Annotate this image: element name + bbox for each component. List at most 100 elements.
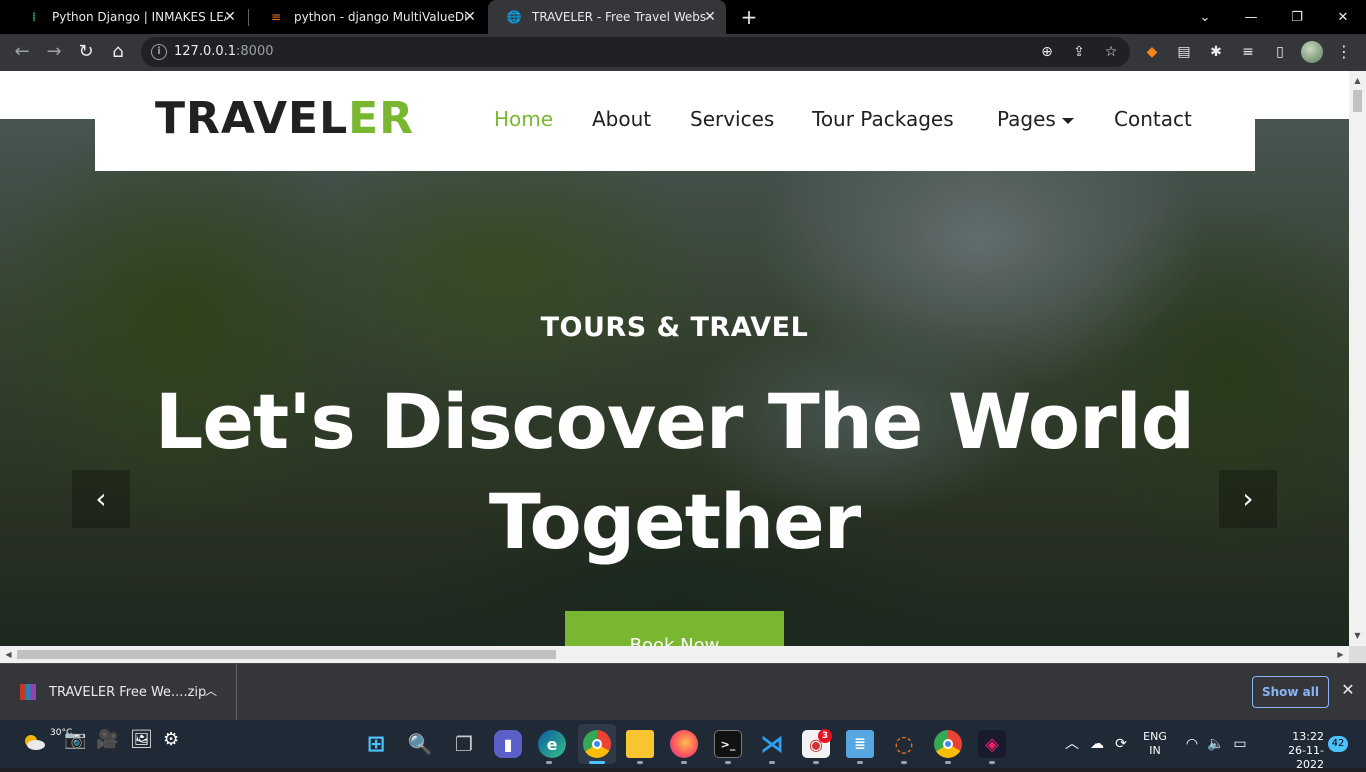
nav-contact[interactable]: Contact xyxy=(1114,107,1192,131)
vscode-icon[interactable]: ⋊ xyxy=(758,730,786,758)
terminal-icon[interactable]: >_ xyxy=(714,730,742,758)
scroll-down-icon[interactable]: ▼ xyxy=(1349,628,1366,644)
bookmark-star-icon[interactable]: ☆ xyxy=(1102,43,1120,61)
tab-stackoverflow[interactable]: ≡ python - django MultiValueDictK ✕ xyxy=(250,0,486,34)
hero-title: Let's Discover The World Together xyxy=(154,377,1195,566)
sync-icon[interactable]: ⟳ xyxy=(1112,734,1130,754)
close-icon[interactable]: ✕ xyxy=(462,9,478,25)
running-indicator xyxy=(901,761,907,764)
chevron-up-icon[interactable]: ︿ xyxy=(205,682,217,699)
close-window-button[interactable]: ✕ xyxy=(1320,0,1366,34)
running-indicator-active xyxy=(589,761,605,764)
extensions-puzzle-icon[interactable]: ✱ xyxy=(1206,42,1226,62)
side-panel-icon[interactable]: ▯ xyxy=(1270,42,1290,62)
search-icon[interactable]: 🔍 xyxy=(406,730,434,758)
chrome-icon[interactable] xyxy=(583,730,611,758)
wifi-icon[interactable]: ◠ xyxy=(1182,734,1202,754)
settings-gear-icon[interactable]: ⚙ xyxy=(163,730,179,750)
running-indicator xyxy=(681,761,687,764)
new-tab-button[interactable]: + xyxy=(738,6,760,28)
close-icon[interactable]: ✕ xyxy=(222,9,238,25)
file-explorer-icon[interactable] xyxy=(626,730,654,758)
tab-django[interactable]: ⁞ Python Django | INMAKES LEARN ✕ xyxy=(8,0,246,34)
download-item[interactable]: TRAVELER Free We....zip ︿ xyxy=(0,664,237,721)
task-view-icon[interactable]: ❐ xyxy=(450,730,478,758)
site-logo[interactable]: TRAVELER xyxy=(155,93,414,144)
tab-title: python - django MultiValueDictK xyxy=(294,10,468,24)
gallery-icon[interactable]: 🖼 xyxy=(130,730,153,750)
carousel-prev-button[interactable]: ‹ xyxy=(72,470,130,528)
share-icon[interactable]: ⇪ xyxy=(1070,43,1088,61)
minimize-button[interactable]: — xyxy=(1228,0,1274,34)
onedrive-icon[interactable]: ☁ xyxy=(1088,734,1106,754)
nav-about[interactable]: About xyxy=(592,107,651,131)
jupyter-icon[interactable]: ◌ xyxy=(890,730,918,758)
close-icon[interactable]: ✕ xyxy=(702,9,718,25)
page-viewport: TOURS & TRAVEL Let's Discover The World … xyxy=(0,71,1349,646)
stackoverflow-favicon-icon: ≡ xyxy=(270,10,282,24)
home-icon[interactable]: ⌂ xyxy=(106,40,130,64)
start-icon[interactable]: ⊞ xyxy=(362,730,390,758)
running-indicator xyxy=(857,761,863,764)
tab-traveler[interactable]: 🌐 TRAVELER - Free Travel Website T ✕ xyxy=(488,0,726,34)
nav-pages-dropdown[interactable]: Pages xyxy=(997,107,1074,131)
scroll-thumb[interactable] xyxy=(17,650,556,659)
clock-time: 13:22 xyxy=(1292,730,1324,743)
tab-title: TRAVELER - Free Travel Website T xyxy=(532,10,706,24)
edge-icon[interactable]: e xyxy=(538,730,566,758)
book-now-button[interactable]: Book Now xyxy=(565,611,784,646)
tab-search-icon[interactable]: ⌄ xyxy=(1182,0,1228,34)
scroll-up-icon[interactable]: ▲ xyxy=(1349,73,1366,89)
clock[interactable]: 13:22 26-11-2022 xyxy=(1262,730,1324,772)
app-red-icon[interactable]: ◈ xyxy=(978,730,1006,758)
running-indicator xyxy=(637,761,643,764)
tab-divider xyxy=(248,9,249,26)
show-all-button[interactable]: Show all xyxy=(1252,676,1329,708)
hero-carousel: TOURS & TRAVEL Let's Discover The World … xyxy=(0,119,1349,646)
nav-home[interactable]: Home xyxy=(494,107,553,131)
document-extension-icon[interactable]: ▤ xyxy=(1174,42,1194,62)
forward-icon[interactable]: → xyxy=(42,40,66,64)
tab-strip: ⁞ Python Django | INMAKES LEARN ✕ ≡ pyth… xyxy=(0,0,1366,34)
vertical-scrollbar[interactable]: ▲ ▼ xyxy=(1349,71,1366,646)
chrome-profile-icon[interactable] xyxy=(934,730,962,758)
browser-menu-icon[interactable]: ⋮ xyxy=(1336,41,1352,63)
nav-tour-packages[interactable]: Tour Packages xyxy=(812,107,954,131)
restore-button[interactable]: ❐ xyxy=(1274,0,1320,34)
address-bar[interactable]: i 127.0.0.1:8000 ⊕ ⇪ ☆ xyxy=(141,37,1130,67)
reload-icon[interactable]: ↻ xyxy=(74,40,98,64)
volume-icon[interactable]: 🔈 xyxy=(1206,734,1226,754)
url-text[interactable]: 127.0.0.1:8000 xyxy=(174,44,274,59)
scroll-left-icon[interactable]: ◀ xyxy=(0,646,17,663)
app-badge-count: 3 xyxy=(818,729,832,743)
weather-icon[interactable] xyxy=(22,732,46,752)
running-indicator xyxy=(945,761,951,764)
notepad-icon[interactable]: ≣ xyxy=(846,730,874,758)
close-icon[interactable]: ✕ xyxy=(1340,682,1356,698)
carousel-next-button[interactable]: › xyxy=(1219,470,1277,528)
chevron-up-icon[interactable]: ︿ xyxy=(1064,734,1080,754)
media-control-icon[interactable]: ≡ xyxy=(1238,42,1258,62)
metamask-extension-icon[interactable]: ◆ xyxy=(1142,42,1162,62)
scroll-thumb[interactable] xyxy=(1353,90,1362,112)
notification-count[interactable]: 42 xyxy=(1328,736,1348,752)
tab-title: Python Django | INMAKES LEARN xyxy=(52,10,226,24)
profile-avatar[interactable] xyxy=(1301,41,1323,63)
video-icon[interactable]: 🎥 xyxy=(96,730,118,750)
globe-favicon-icon: 🌐 xyxy=(506,10,522,24)
firefox-icon[interactable] xyxy=(670,730,698,758)
teams-chat-icon[interactable]: ▮ xyxy=(494,730,522,758)
horizontal-scrollbar[interactable]: ◀ ▶ xyxy=(0,646,1349,663)
zoom-icon[interactable]: ⊕ xyxy=(1038,43,1056,61)
browser-toolbar: ← → ↻ ⌂ i 127.0.0.1:8000 ⊕ ⇪ ☆ ◆ ▤ ✱ ≡ ▯… xyxy=(0,34,1366,71)
battery-icon[interactable]: ▭ xyxy=(1230,734,1250,754)
running-indicator xyxy=(546,761,552,764)
language-indicator[interactable]: ENG IN xyxy=(1143,730,1167,758)
scroll-right-icon[interactable]: ▶ xyxy=(1332,646,1349,663)
camera-icon[interactable]: 📷 xyxy=(64,730,86,750)
nav-services[interactable]: Services xyxy=(690,107,774,131)
caret-down-icon xyxy=(1061,117,1074,124)
zip-archive-icon xyxy=(20,684,36,700)
site-info-icon[interactable]: i xyxy=(151,44,167,60)
back-icon[interactable]: ← xyxy=(10,40,34,64)
